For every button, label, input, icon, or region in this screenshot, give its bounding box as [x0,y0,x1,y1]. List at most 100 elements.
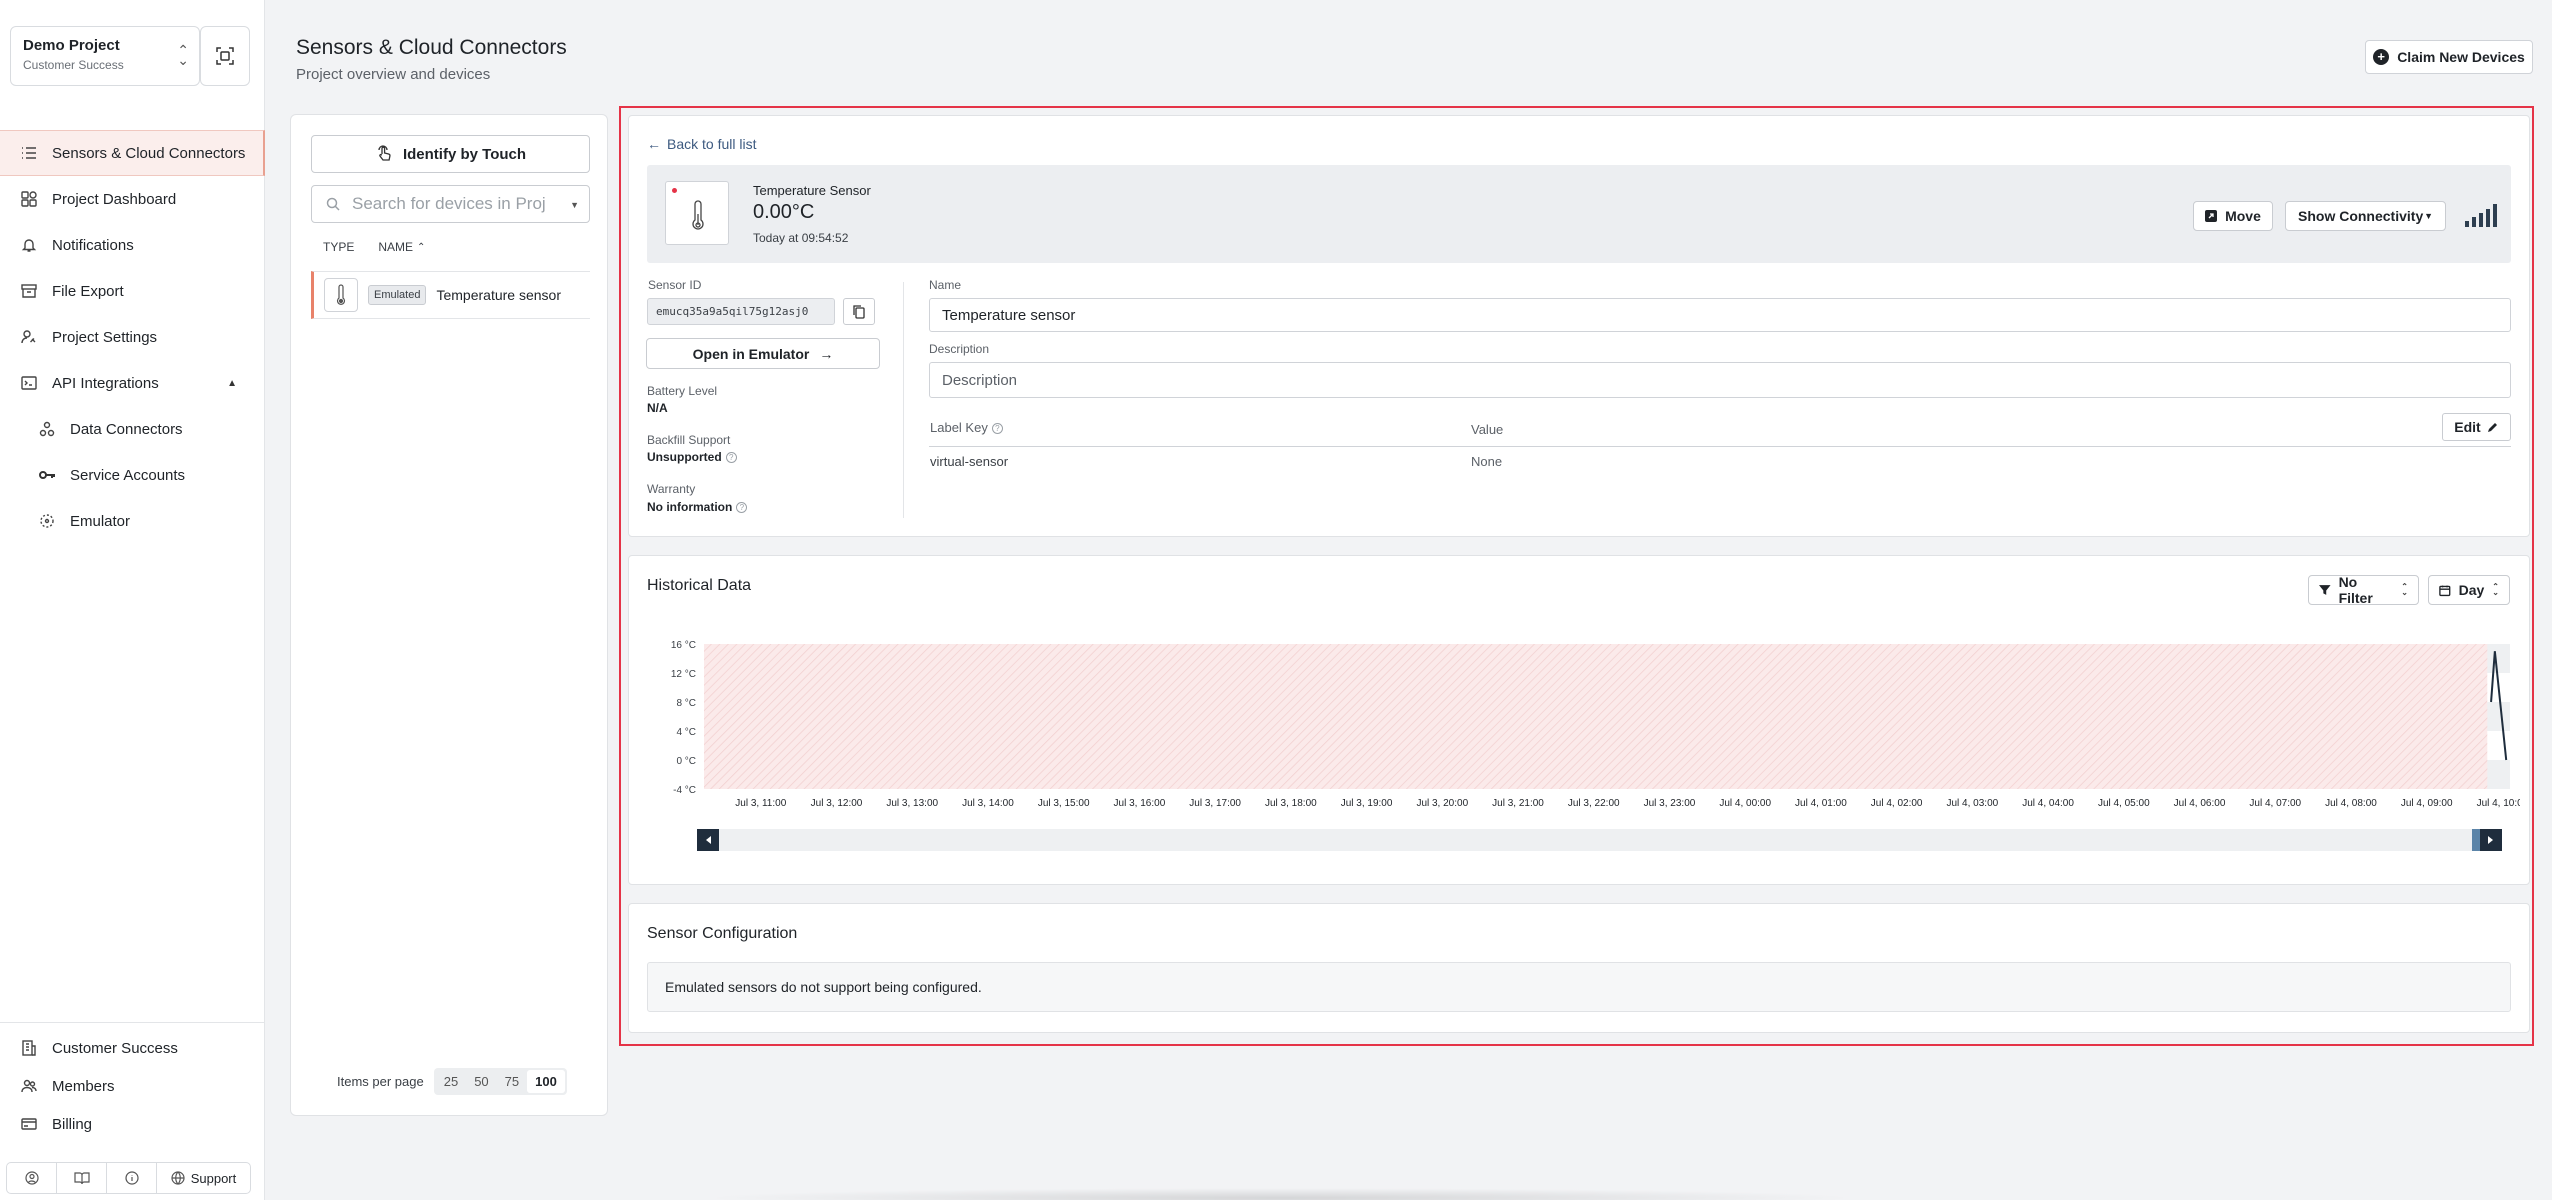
sensor-id-value[interactable]: emucq35a9a5qil75g12asj0 [647,298,835,325]
x-tick-label: Jul 3, 18:00 [1265,798,1317,809]
emulator-icon [38,512,56,530]
x-tick-label: Jul 3, 13:00 [886,798,938,809]
page-size-selector: 25 50 75 100 [433,1068,567,1095]
open-in-emulator-button[interactable]: Open in Emulator → [646,338,880,369]
name-field[interactable] [929,298,2511,332]
sidebar-item-file-export[interactable]: File Export [0,268,265,314]
sidebar-item-sensors[interactable]: Sensors & Cloud Connectors [0,130,265,176]
sensor-type: Temperature Sensor [753,183,871,198]
project-selector[interactable]: Demo Project Customer Success ⌃ ⌄ [10,26,200,86]
navigator-track[interactable] [697,829,2502,851]
page-size-option[interactable]: 75 [497,1070,527,1093]
range-label: Day [2458,582,2485,598]
sidebar-item-label: Sensors & Cloud Connectors [52,144,246,162]
sidebar-item-project-settings[interactable]: Project Settings [0,314,265,360]
device-list-header: TYPE NAME ⌃ [323,240,425,254]
sidebar-item-service-accounts[interactable]: Service Accounts [0,452,265,498]
sidebar-item-organization[interactable]: Customer Success [0,1029,265,1067]
scan-button[interactable] [200,26,250,86]
value-header: Value [1471,422,1504,437]
touch-icon [378,145,391,161]
backfill-value-text: Unsupported [647,450,722,464]
sidebar-item-notifications[interactable]: Notifications [0,222,265,268]
sidebar-item-label: File Export [52,282,124,300]
x-tick-label: Jul 3, 19:00 [1341,798,1393,809]
column-type[interactable]: TYPE [323,240,354,254]
page-size-option[interactable]: 25 [436,1070,466,1093]
claim-new-devices-button[interactable]: + Claim New Devices [2365,40,2533,74]
connectors-icon [38,420,56,438]
dashboard-icon [20,190,38,208]
page-size-option[interactable]: 50 [466,1070,496,1093]
help-icon[interactable]: ? [736,502,748,514]
chart-navigator[interactable] [697,829,2502,851]
sort-asc-icon: ⌃ [417,241,426,253]
backfill-value: Unsupported? [647,450,737,464]
list-icon [20,144,38,162]
help-icon[interactable]: ? [991,423,1003,435]
caret-down-icon[interactable]: ▼ [570,200,579,210]
sidebar: Demo Project Customer Success ⌃ ⌄ Sensors… [0,0,265,1200]
x-tick-label: Jul 4, 09:00 [2401,798,2453,809]
terminal-icon [20,374,38,392]
sidebar-item-members[interactable]: Members [0,1067,265,1105]
identify-label: Identify by Touch [402,145,527,163]
navigator-selection[interactable] [2472,829,2480,851]
building-icon [20,1039,38,1057]
x-tick-label: Jul 3, 12:00 [811,798,863,809]
x-tick-label: Jul 4, 02:00 [1871,798,1923,809]
column-name[interactable]: NAME ⌃ [378,240,425,254]
sidebar-item-api-integrations[interactable]: API Integrations ▲ [0,360,265,406]
scroll-shadow [700,1188,1860,1200]
x-tick-label: Jul 3, 23:00 [1644,798,1696,809]
book-icon [73,1172,90,1185]
device-name: Temperature sensor [436,287,561,303]
page-size-option-selected[interactable]: 100 [527,1070,565,1093]
account-button[interactable] [7,1163,57,1193]
x-tick-label: Jul 3, 21:00 [1492,798,1544,809]
caret-down-icon: ▼ [2424,211,2433,221]
warranty-value: No information? [647,500,748,514]
description-input[interactable] [942,371,2498,389]
support-button[interactable]: Support [157,1163,250,1193]
back-label: Back to full list [667,136,757,152]
device-search[interactable]: ▼ [311,185,590,223]
help-icon[interactable]: ? [725,452,737,464]
project-org: Customer Success [23,58,124,72]
label-key-cell: virtual-sensor [930,454,1009,469]
sidebar-item-dashboard[interactable]: Project Dashboard [0,176,265,222]
chevron-updown-icon: ⌃ ⌄ [2401,582,2408,597]
name-input[interactable] [942,306,2498,324]
pagination: Items per page 25 50 75 100 [337,1068,567,1095]
docs-button[interactable] [57,1163,107,1193]
emulated-badge: Emulated [368,285,427,305]
sidebar-item-label: Emulator [70,512,131,530]
name-label: Name [929,278,962,292]
info-icon [124,1171,139,1185]
list-item[interactable]: Emulated Temperature sensor [311,271,590,319]
sidebar-item-emulator[interactable]: Emulator [0,498,265,544]
label-value-cell: None [1471,454,1503,469]
edit-labels-button[interactable]: Edit [2442,413,2511,441]
info-button[interactable] [107,1163,157,1193]
sensor-reading: 0.00°C [753,201,815,223]
description-field[interactable] [929,362,2511,398]
back-link[interactable]: ← Back to full list [647,136,756,152]
move-button[interactable]: Move [2193,201,2273,231]
signal-strength-icon [2465,203,2497,227]
sidebar-item-data-connectors[interactable]: Data Connectors [0,406,265,452]
filter-dropdown[interactable]: No Filter ⌃ ⌄ [2308,574,2419,606]
copy-button[interactable] [843,298,875,325]
show-connectivity-dropdown[interactable]: Show Connectivity ▼ [2285,201,2446,231]
sidebar-item-billing[interactable]: Billing [0,1105,265,1143]
key-icon [38,466,56,484]
filter-icon [2319,585,2331,595]
identify-by-touch-button[interactable]: Identify by Touch [311,135,590,173]
arrow-right-icon: → [819,345,834,362]
range-dropdown[interactable]: Day ⌃ ⌄ [2428,575,2510,605]
connectivity-label: Show Connectivity [2298,208,2424,224]
configuration-note: Emulated sensors do not support being co… [647,962,2511,1012]
x-tick-label: Jul 3, 22:00 [1568,798,1620,809]
search-input[interactable] [352,194,557,214]
sidebar-item-label: Service Accounts [70,466,186,484]
